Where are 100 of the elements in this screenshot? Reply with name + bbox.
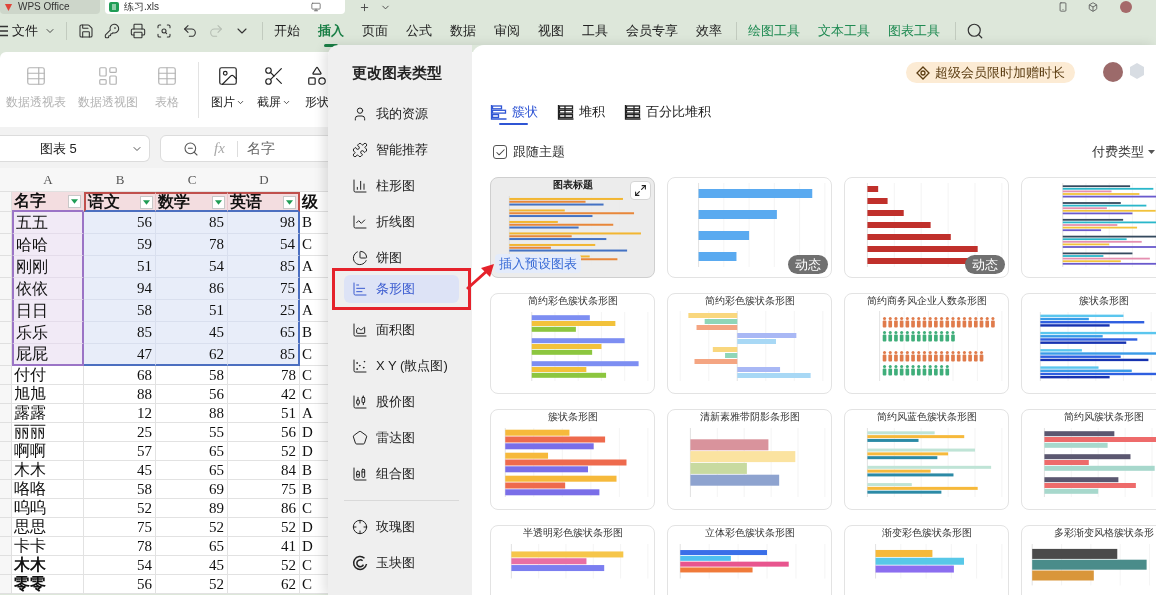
table-cell: 85 xyxy=(84,322,156,344)
menu-tab[interactable]: 绘图工具 xyxy=(748,14,800,48)
subtype-tab[interactable]: 簇状 xyxy=(490,95,538,129)
table-cell: 85 xyxy=(228,256,300,278)
template-title: 半透明彩色簇状条形图 xyxy=(522,527,623,539)
menu-tab[interactable]: 文本工具 xyxy=(818,14,870,48)
chart-bar xyxy=(867,210,904,216)
checkbox[interactable] xyxy=(493,145,507,159)
table-cell: 85 xyxy=(156,212,228,234)
check-icon xyxy=(494,146,506,158)
chart-type-item[interactable]: 折线图 xyxy=(344,208,459,236)
template-card[interactable]: 清新素雅带阴影条形图 xyxy=(667,409,832,510)
expand-icon xyxy=(634,184,647,197)
filter-button[interactable] xyxy=(140,195,153,209)
ribbon-button[interactable]: 图片 xyxy=(211,52,245,110)
window-tab[interactable]: WPS Office xyxy=(0,0,100,14)
promo-badge[interactable]: 超级会员限时加赠时长 xyxy=(906,62,1075,83)
plus-icon[interactable] xyxy=(359,1,370,13)
template-card[interactable]: 动态 xyxy=(844,177,1009,278)
zoom-out-icon[interactable] xyxy=(183,140,199,157)
file-menu[interactable]: 文件 xyxy=(12,19,56,43)
chart-type-item[interactable]: 面积图 xyxy=(344,316,459,344)
template-title: 简约商务风企业人数条形图 xyxy=(866,295,987,307)
table-cell: 52 xyxy=(228,518,300,537)
search-icon[interactable] xyxy=(966,22,984,40)
filter-button[interactable] xyxy=(68,194,81,208)
phone-icon[interactable] xyxy=(1058,2,1068,12)
menu-tab[interactable]: 效率 xyxy=(696,14,722,48)
template-card[interactable]: 简约彩色簇状条形图 xyxy=(667,293,832,394)
window-tab[interactable]: 练习.xls xyxy=(105,0,345,14)
chart-type-item[interactable]: 股价图 xyxy=(344,388,459,416)
chart-type-item[interactable]: 雷达图 xyxy=(344,424,459,452)
table-cell: 47 xyxy=(84,344,156,366)
template-card[interactable]: 立体彩色簇状条形图 xyxy=(667,525,832,595)
header-label: 英语 xyxy=(230,194,262,210)
filter-button[interactable] xyxy=(212,195,225,209)
formula-input[interactable]: 名字 xyxy=(246,138,275,159)
undo-icon[interactable] xyxy=(182,23,198,39)
menu-icon[interactable] xyxy=(0,25,8,37)
template-card[interactable]: 多彩渐变风格簇状条形 xyxy=(1021,525,1156,595)
header-label: 数学 xyxy=(158,194,190,210)
subtype-tab[interactable]: 堆积 xyxy=(557,95,605,129)
table-cell: 日日 xyxy=(12,300,84,322)
paid-type-dropdown[interactable]: 付费类型 xyxy=(1092,142,1155,162)
key-icon[interactable] xyxy=(104,23,120,39)
chart-type-item[interactable]: 条形图 xyxy=(344,275,459,303)
hexagon-icon[interactable] xyxy=(1128,62,1146,80)
expand-button[interactable] xyxy=(630,181,651,200)
chart-type-item[interactable]: 玫瑰图 xyxy=(344,513,459,541)
chart-type-item[interactable]: X Y (散点图) xyxy=(344,352,459,380)
subtype-tab[interactable]: 百分比堆积 xyxy=(624,95,711,129)
menu-tab[interactable]: 数据 xyxy=(450,14,476,48)
template-card[interactable]: 简约商务风企业人数条形图 xyxy=(844,293,1009,394)
chart-type-item[interactable]: 组合图 xyxy=(344,460,459,488)
chart-bar xyxy=(867,222,931,228)
table-cell: 55 xyxy=(156,423,228,442)
table-cell: 58 xyxy=(156,366,228,385)
table-properties-icon xyxy=(25,65,47,87)
chart-type-item[interactable]: 柱形图 xyxy=(344,172,459,200)
table-cell: 依依 xyxy=(12,278,84,300)
printer-icon[interactable] xyxy=(130,23,146,39)
template-card[interactable]: 简约彩色簇状条形图 xyxy=(490,293,655,394)
table-cell: 呜呜 xyxy=(12,499,84,518)
template-card[interactable]: 渐变彩色簇状条形图 xyxy=(844,525,1009,595)
table-cell: 84 xyxy=(228,461,300,480)
scissors-icon xyxy=(263,65,285,87)
scan-search-icon[interactable] xyxy=(156,23,172,39)
menu-tab[interactable]: 页面 xyxy=(362,14,388,48)
menu-tab[interactable]: 审阅 xyxy=(494,14,520,48)
template-card[interactable]: 簇状条形图 xyxy=(490,409,655,510)
template-card[interactable]: 简约风簇状条形图 xyxy=(1021,409,1156,510)
ribbon-button[interactable]: 截屏 xyxy=(257,52,291,110)
menu-tab[interactable]: 工具 xyxy=(582,14,608,48)
avatar[interactable] xyxy=(1120,1,1132,13)
column-letter: C xyxy=(187,170,197,189)
name-box[interactable]: 图表 5 xyxy=(0,135,150,162)
table-cell: 78 xyxy=(84,537,156,556)
menu-tab[interactable]: 公式 xyxy=(406,14,432,48)
menu-tab[interactable]: 会员专享 xyxy=(626,14,678,48)
area-chart-icon xyxy=(352,322,368,338)
filter-button[interactable] xyxy=(283,195,296,209)
template-card[interactable] xyxy=(1021,177,1156,278)
template-card[interactable]: 简约风蓝色簇状条形图 xyxy=(844,409,1009,510)
template-card[interactable]: 簇状条形图 xyxy=(1021,293,1156,394)
cube-icon[interactable] xyxy=(1088,2,1098,12)
menu-tab[interactable]: 视图 xyxy=(538,14,564,48)
chart-type-item[interactable]: 玉块图 xyxy=(344,549,459,577)
table-cell: 乐乐 xyxy=(12,322,84,344)
chart-type-item[interactable]: 我的资源 xyxy=(344,100,459,128)
menu-tab[interactable]: 图表工具 xyxy=(888,14,940,48)
table-cell: 旭旭 xyxy=(12,385,84,404)
menu-tab[interactable]: 开始 xyxy=(274,14,300,48)
avatar[interactable] xyxy=(1103,62,1123,82)
template-card[interactable]: 动态 xyxy=(667,177,832,278)
ribbon-button[interactable]: 形状 xyxy=(303,52,331,110)
template-card[interactable]: 半透明彩色簇状条形图 xyxy=(490,525,655,595)
table-cell: 62 xyxy=(156,344,228,366)
chart-type-item[interactable]: 饼图 xyxy=(344,244,459,272)
chart-type-item[interactable]: 智能推荐 xyxy=(344,136,459,164)
save-icon[interactable] xyxy=(78,23,94,39)
